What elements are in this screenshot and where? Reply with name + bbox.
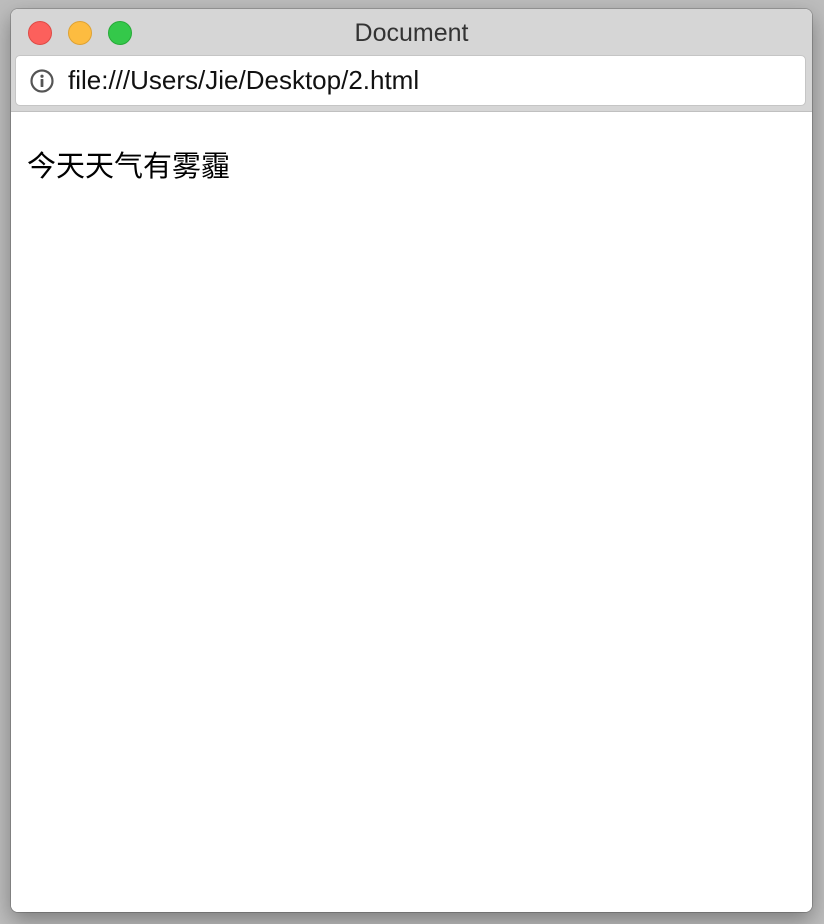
page-content: 今天天气有雾霾 [11,112,812,912]
title-bar[interactable]: Document file:///Users/Jie/Desktop/2.htm… [11,9,812,112]
info-icon[interactable] [30,69,54,93]
address-bar[interactable]: file:///Users/Jie/Desktop/2.html [15,55,806,106]
url-text[interactable]: file:///Users/Jie/Desktop/2.html [68,56,419,105]
browser-window: Document file:///Users/Jie/Desktop/2.htm… [11,9,812,912]
window-title: Document [354,19,469,47]
page-body-text: 今天天气有雾霾 [27,149,231,183]
desktop-background: Document file:///Users/Jie/Desktop/2.htm… [0,0,824,924]
